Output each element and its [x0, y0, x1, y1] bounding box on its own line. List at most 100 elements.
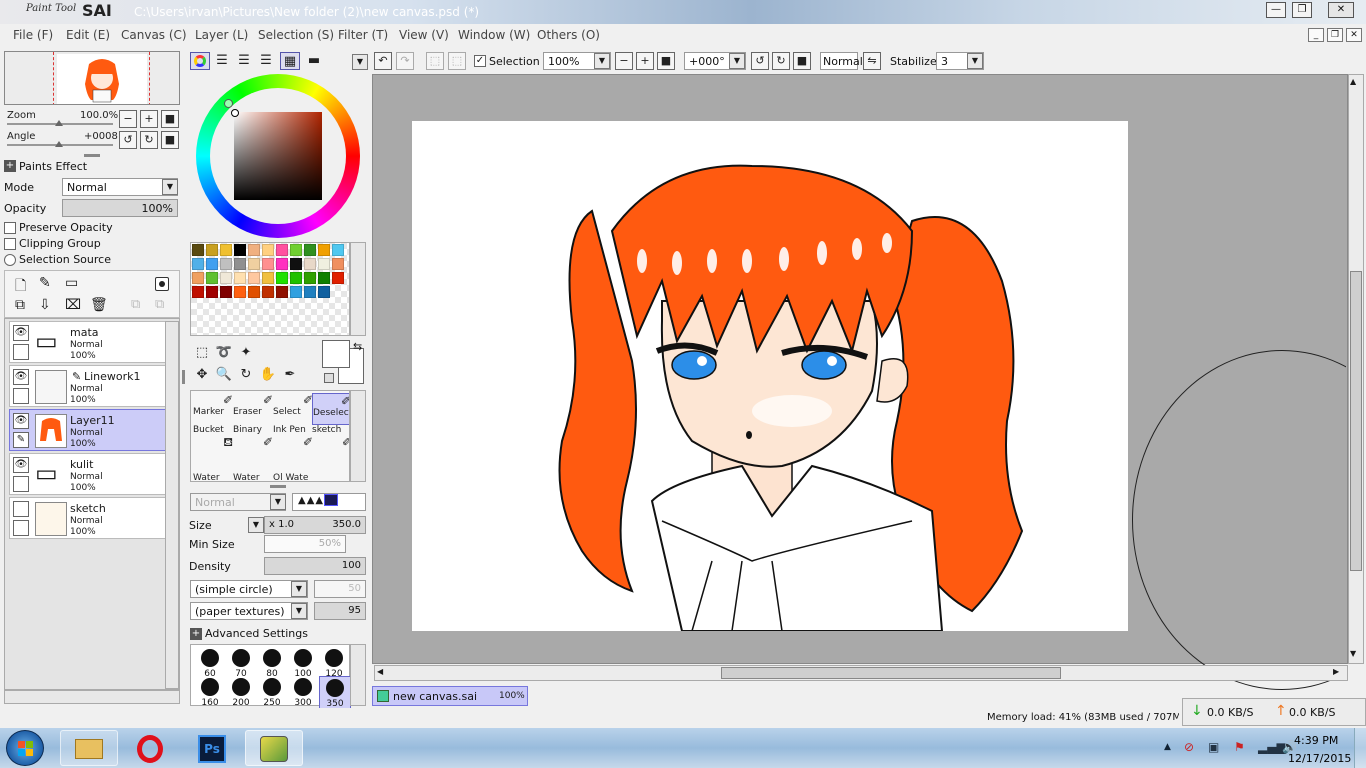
size-preset-300[interactable]: 300	[288, 676, 318, 708]
color-swatch[interactable]	[276, 258, 288, 270]
menu-view[interactable]: View (V)	[399, 28, 449, 42]
network-status-icon[interactable]: ⊘	[1184, 740, 1194, 754]
eye-hidden-icon[interactable]	[13, 501, 29, 517]
swatches-scrollbar[interactable]	[350, 242, 366, 336]
merge-down-icon[interactable]: ⧉	[131, 297, 140, 312]
canvas-horizontal-scrollbar[interactable]: ◀ ▶	[374, 665, 1348, 681]
menu-layer[interactable]: Layer (L)	[195, 28, 248, 42]
device-icon[interactable]: ▣	[1208, 740, 1219, 754]
scroll-down-icon[interactable]: ▼	[1350, 649, 1356, 658]
clock-date[interactable]: 12/17/2015	[1288, 752, 1351, 765]
scroll-up-icon[interactable]: ▲	[1350, 77, 1356, 86]
tool-oil-water[interactable]: Ol Wate	[273, 473, 313, 481]
eye-icon[interactable]: 👁	[13, 413, 29, 429]
color-swatch[interactable]	[276, 272, 288, 284]
selection-source-radio[interactable]	[4, 254, 16, 266]
size-preset-200[interactable]: 200	[226, 676, 256, 708]
layer-item-layer11[interactable]: 👁 ✎ Layer11 Normal 100%	[9, 409, 167, 451]
color-swatch[interactable]	[290, 286, 302, 298]
color-swatch[interactable]	[276, 286, 288, 298]
show-hidden-icons-icon[interactable]: ▲	[1164, 742, 1171, 752]
hand-icon[interactable]: ✋	[258, 366, 278, 384]
tool-water-1[interactable]: Water	[193, 473, 233, 481]
copy-layer-icon[interactable]: ⧉	[15, 297, 25, 313]
hue-handle[interactable]	[224, 99, 233, 108]
taskbar-paint-tool-sai[interactable]	[245, 730, 303, 766]
zoom-icon[interactable]: 🔍	[214, 366, 234, 384]
color-swatch[interactable]	[290, 244, 302, 256]
color-swatch[interactable]	[192, 272, 204, 284]
color-swatch[interactable]	[206, 286, 218, 298]
opacity-slider[interactable]: 100%	[62, 199, 178, 217]
chevron-down-icon[interactable]: ▼	[270, 494, 286, 510]
new-layer-icon[interactable]: 🗋	[15, 275, 26, 299]
chevron-down-icon[interactable]: ▼	[291, 603, 307, 619]
color-swatch[interactable]	[248, 286, 260, 298]
tool-water-2[interactable]: Water	[233, 473, 273, 481]
angle-slider-handle[interactable]	[55, 141, 63, 147]
scroll-left-icon[interactable]: ◀	[377, 667, 383, 676]
tool-eraser[interactable]: ✐ Eraser	[233, 393, 273, 425]
menu-selection[interactable]: Selection (S)	[258, 28, 334, 42]
rect-select-icon[interactable]: ⬚	[192, 344, 212, 362]
layer-list-scrollbar[interactable]	[165, 321, 179, 689]
eyedropper-icon[interactable]: ✒	[280, 366, 300, 384]
magic-wand-icon[interactable]: ✦	[236, 344, 256, 362]
zoom-out-button[interactable]: −	[615, 52, 633, 70]
drawing-canvas[interactable]	[412, 121, 1128, 631]
layer-item-kulit[interactable]: 👁 ▭ kulit Normal 100%	[9, 453, 167, 495]
color-swatch[interactable]	[318, 244, 330, 256]
size-preset-60[interactable]: 60	[195, 647, 225, 679]
layer-mode-select[interactable]: Normal	[62, 178, 178, 196]
rotate-reset-button[interactable]: ■	[793, 52, 811, 70]
rotate-view-icon[interactable]: ↻	[236, 366, 256, 384]
flip-view-button[interactable]: ⇋	[863, 52, 881, 70]
zoom-in-button[interactable]: +	[140, 110, 158, 128]
size-preset-250[interactable]: 250	[257, 676, 287, 708]
rgb-slider-tab[interactable]: ☰	[212, 52, 232, 70]
panel-grip[interactable]	[84, 154, 100, 157]
density-slider[interactable]: 100	[264, 557, 366, 575]
brush-shape-icon[interactable]: ▲	[315, 495, 324, 506]
brush-shape-strength[interactable]: 50	[314, 580, 366, 598]
layer-item-sketch[interactable]: sketch Normal 100%	[9, 497, 167, 539]
chevron-down-icon[interactable]: ▼	[729, 53, 745, 69]
color-swatch[interactable]	[304, 244, 316, 256]
color-swatch[interactable]	[192, 258, 204, 270]
mdi-minimize-button[interactable]: _	[1308, 28, 1324, 42]
rotate-right-button[interactable]: ↻	[140, 131, 158, 149]
action-center-icon[interactable]: ⚑	[1234, 740, 1245, 754]
color-swatch[interactable]	[290, 272, 302, 284]
new-folder-icon[interactable]: ▭	[65, 275, 78, 291]
color-swatch[interactable]	[332, 272, 344, 284]
color-swatch[interactable]	[332, 244, 344, 256]
navigator-preview[interactable]	[4, 51, 180, 105]
chevron-down-icon[interactable]: ▼	[162, 179, 178, 195]
color-swatch[interactable]	[290, 258, 302, 270]
chevron-down-icon[interactable]: ▼	[594, 53, 610, 69]
selection-checkbox[interactable]: ✓	[474, 55, 486, 67]
lock-toggle[interactable]	[13, 520, 29, 536]
color-swatch[interactable]	[304, 258, 316, 270]
invert-selection-button[interactable]: ⬚	[448, 52, 466, 70]
menu-window[interactable]: Window (W)	[458, 28, 530, 42]
taskbar-opera[interactable]	[121, 730, 179, 766]
size-preset-80[interactable]: 80	[257, 647, 287, 679]
transparent-color-icon[interactable]	[324, 373, 334, 383]
color-swatch[interactable]	[318, 272, 330, 284]
expand-icon[interactable]: +	[190, 628, 202, 640]
tool-sketch[interactable]: sketch✐	[312, 425, 349, 457]
color-swatch[interactable]	[220, 258, 232, 270]
color-swatch[interactable]	[220, 286, 232, 298]
foreground-color-swatch[interactable]	[322, 340, 350, 368]
swatches-tab[interactable]: ▦	[280, 52, 300, 70]
vertical-scroll-thumb[interactable]	[1350, 271, 1362, 571]
mdi-close-button[interactable]: ✕	[1346, 28, 1362, 42]
brush-edge-shapes[interactable]: ▲▲▲	[292, 493, 366, 511]
color-swatch[interactable]	[332, 258, 344, 270]
start-button[interactable]	[6, 730, 44, 766]
scroll-right-icon[interactable]: ▶	[1333, 667, 1339, 676]
color-swatch[interactable]	[248, 244, 260, 256]
size-preset-160[interactable]: 160	[195, 676, 225, 708]
menu-others[interactable]: Others (O)	[537, 28, 600, 42]
